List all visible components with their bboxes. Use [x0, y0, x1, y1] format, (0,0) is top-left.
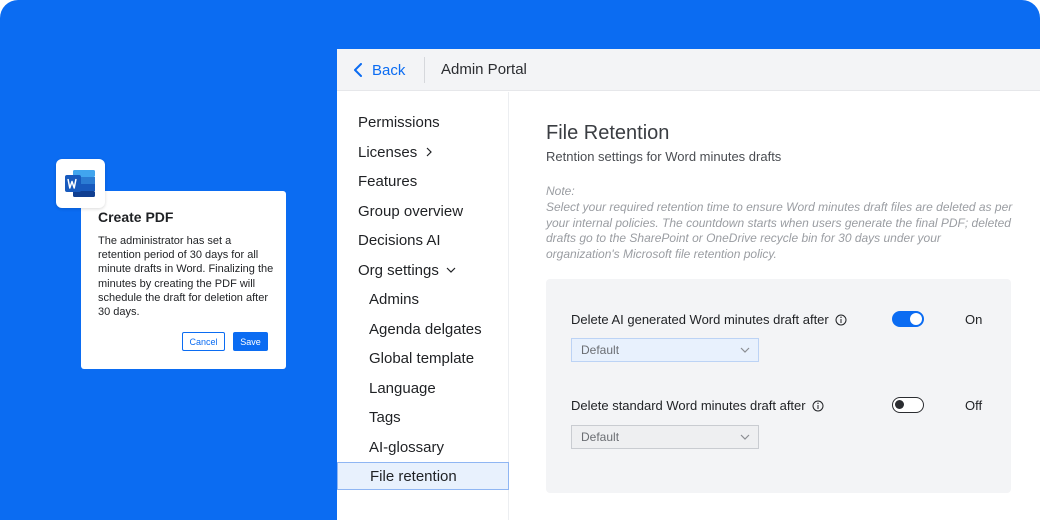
sidebar: Permissions Licenses Features Group over…	[337, 92, 509, 520]
toggle-knob	[910, 313, 922, 325]
top-bar: Back Admin Portal	[337, 49, 1040, 91]
chevron-down-icon	[740, 434, 750, 440]
sidebar-item-label: AI-glossary	[369, 438, 445, 456]
chevron-left-icon	[354, 63, 362, 77]
back-button[interactable]: Back	[353, 49, 405, 91]
select-value: Default	[581, 343, 620, 357]
sidebar-item-label: Group overview	[358, 202, 464, 220]
create-pdf-dialog: Create PDF The administrator has set a r…	[81, 191, 286, 369]
ai-draft-retention-select[interactable]: Default	[571, 338, 759, 362]
note-label: Note:	[546, 184, 575, 198]
cancel-button[interactable]: Cancel	[182, 332, 225, 351]
sidebar-item-label: Global template	[369, 349, 475, 367]
sidebar-item-global-template[interactable]: Global template	[337, 344, 509, 372]
ai-draft-toggle-state: On	[965, 312, 983, 327]
sidebar-item-permissions[interactable]: Permissions	[337, 108, 509, 136]
sidebar-item-tags[interactable]: Tags	[337, 403, 509, 431]
sidebar-item-ai-glossary[interactable]: AI-glossary	[337, 433, 509, 461]
note-text: Select your required retention time to e…	[546, 200, 1013, 261]
standard-draft-retention-select[interactable]: Default	[571, 425, 759, 449]
admin-portal-window: Back Admin Portal Permissions Licenses F…	[337, 49, 1040, 520]
back-label: Back	[372, 61, 406, 79]
sidebar-item-group-overview[interactable]: Group overview	[337, 197, 509, 225]
dialog-body: The administrator has set a retention pe…	[98, 235, 274, 319]
sidebar-item-label: Decisions AI	[358, 231, 441, 249]
sidebar-item-agenda-delegates[interactable]: Agenda delgates	[337, 315, 509, 343]
standard-draft-setting-label: Delete standard Word minutes draft after	[571, 398, 824, 413]
sidebar-item-language[interactable]: Language	[337, 374, 509, 402]
sidebar-item-file-retention[interactable]: File retention	[337, 462, 509, 490]
sidebar-item-admins[interactable]: Admins	[337, 285, 509, 313]
sidebar-item-label: Licenses	[358, 143, 418, 161]
sidebar-item-decisions-ai[interactable]: Decisions AI	[337, 226, 509, 254]
setting-label-text: Delete AI generated Word minutes draft a…	[571, 312, 829, 327]
ai-draft-toggle[interactable]	[892, 311, 924, 327]
word-app-badge	[56, 159, 105, 208]
word-icon	[65, 170, 95, 197]
standard-draft-toggle-state: Off	[965, 398, 983, 413]
page-title: Admin Portal	[441, 61, 527, 78]
retention-settings-panel: Delete AI generated Word minutes draft a…	[546, 279, 1011, 493]
chevron-down-icon	[446, 267, 456, 273]
sidebar-item-licenses[interactable]: Licenses	[337, 138, 509, 166]
select-value: Default	[581, 430, 620, 444]
setting-label-text: Delete standard Word minutes draft after	[571, 398, 806, 413]
main-content: File Retention Retntion settings for Wor…	[510, 92, 1040, 520]
dialog-title: Create PDF	[98, 209, 174, 225]
sidebar-item-label: Features	[358, 172, 418, 190]
sidebar-item-org-settings[interactable]: Org settings	[337, 256, 509, 284]
header-divider	[424, 57, 425, 83]
sidebar-item-features[interactable]: Features	[337, 167, 509, 195]
save-button[interactable]: Save	[233, 332, 268, 351]
sidebar-item-label: Permissions	[358, 113, 440, 131]
standard-draft-toggle[interactable]	[892, 397, 924, 413]
sidebar-item-label: File retention	[370, 467, 457, 485]
info-icon[interactable]	[835, 314, 847, 326]
sidebar-item-label: Tags	[369, 408, 401, 426]
section-title: File Retention	[546, 122, 670, 144]
chevron-down-icon	[740, 347, 750, 353]
sidebar-item-label: Language	[369, 379, 436, 397]
sidebar-item-label: Org settings	[358, 261, 439, 279]
section-subtitle: Retntion settings for Word minutes draft…	[546, 149, 782, 164]
sidebar-item-label: Admins	[369, 290, 420, 308]
chevron-right-icon	[426, 147, 433, 157]
toggle-knob	[895, 400, 904, 409]
ai-draft-setting-label: Delete AI generated Word minutes draft a…	[571, 312, 847, 327]
info-icon[interactable]	[812, 400, 824, 412]
sidebar-item-label: Agenda delgates	[369, 320, 482, 338]
